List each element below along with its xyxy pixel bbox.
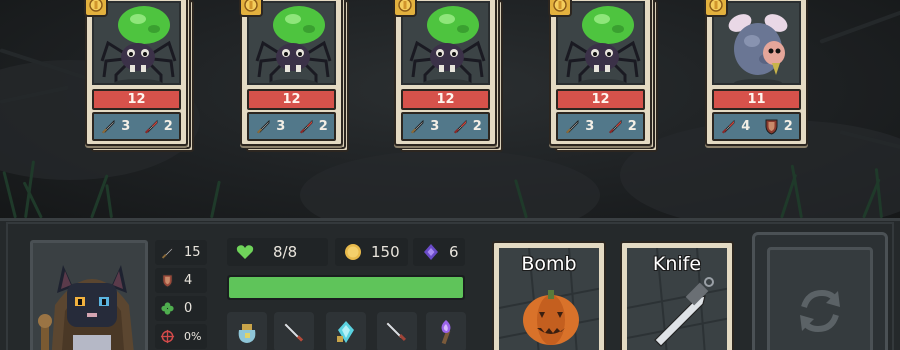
enemy-card-face: 12 3 2 (548, 0, 652, 146)
enemy-stats: 42 (712, 112, 801, 141)
sword-icon (257, 119, 270, 134)
enemy-stat-value: 2 (783, 119, 793, 134)
enemy-stat: 2 (763, 118, 793, 135)
red-sword-icon (144, 119, 158, 134)
enemy-stats: 32 (247, 112, 336, 141)
enemy-stat: 3 (100, 118, 130, 135)
mana-counter: 6 (413, 238, 465, 266)
deck-back (767, 247, 873, 350)
enemy-stat-value: 2 (472, 119, 482, 134)
knife-icon (385, 321, 407, 342)
crystal-icon (337, 321, 354, 343)
item-slot-torch[interactable] (426, 312, 466, 350)
enemy-hp: 12 (92, 89, 181, 110)
enemy-stat: 3 (255, 118, 285, 135)
energy-bar (227, 275, 465, 300)
reshuffle-icon (800, 289, 840, 332)
red-sword-icon (608, 119, 622, 134)
gold-reward-icon (84, 0, 108, 17)
gold-reward-icon (393, 0, 417, 17)
luck-stat: 0 (155, 296, 207, 321)
knife-card-title: Knife (652, 253, 702, 275)
enemy-stat-value: 3 (430, 119, 440, 134)
sword-icon (102, 119, 115, 134)
enemy-hp: 11 (712, 89, 801, 110)
bomb-card-title: Bomb (521, 253, 577, 275)
enemy-stat-value: 3 (121, 119, 131, 134)
sword-icon (411, 119, 424, 134)
enemy-stats: 32 (401, 112, 490, 141)
sword-icon (566, 119, 579, 134)
enemy-card-face: 12 3 2 (84, 0, 188, 146)
shield-icon (765, 119, 778, 135)
bomb-card[interactable]: Bomb (492, 241, 606, 350)
health-counter: 8/8 (227, 238, 328, 266)
enemy-card-spider[interactable]: 12 3 2 (393, 0, 503, 152)
clover-icon (161, 302, 174, 315)
knife-card[interactable]: Knife (620, 241, 734, 350)
item-slot-crystal[interactable] (326, 312, 366, 350)
gold-counter: 150 (335, 238, 408, 266)
enemy-stat: 2 (452, 118, 482, 135)
gold-reward-icon (239, 0, 263, 17)
item-slot-knife[interactable] (377, 312, 417, 350)
enemy-stat: 2 (143, 118, 173, 135)
item-slot-dagger[interactable] (274, 312, 314, 350)
enemy-card-spider[interactable]: 12 3 2 (548, 0, 658, 152)
enemy-stat-value: 3 (585, 119, 595, 134)
red-sword-icon (299, 119, 313, 134)
attack-stat: 15 (155, 240, 207, 265)
enemy-card-face: 11 4 2 (704, 0, 808, 146)
enemy-stat-value: 2 (627, 119, 637, 134)
enemy-stat-value: 2 (318, 119, 328, 134)
enemy-stat-value: 4 (741, 119, 751, 134)
red-sword-icon (453, 119, 467, 134)
sword-icon (161, 246, 173, 259)
energy-fill (229, 277, 463, 298)
enemy-stat: 2 (298, 118, 328, 135)
hooded-cat-hero-icon (33, 243, 145, 350)
gold-reward-icon (704, 0, 728, 17)
enemy-stat: 3 (409, 118, 439, 135)
pouch-icon (238, 324, 256, 343)
coin-icon (345, 244, 361, 260)
enemy-card-spider[interactable]: 12 3 2 (84, 0, 194, 152)
enemy-stat: 3 (564, 118, 594, 135)
item-slot-pouch[interactable] (227, 312, 267, 350)
deck-reshuffle-button[interactable] (752, 232, 888, 350)
enemy-card-moth[interactable]: 11 4 2 (704, 0, 814, 152)
red-sword-icon (722, 119, 735, 134)
torch-icon (441, 320, 451, 345)
crosshair-icon (160, 329, 175, 344)
enemy-stat-value: 3 (276, 119, 286, 134)
enemy-stat: 4 (720, 118, 750, 135)
heart-icon (236, 245, 254, 259)
hero-portrait[interactable] (30, 240, 148, 350)
enemy-stats: 32 (556, 112, 645, 141)
enemy-stat-value: 2 (163, 119, 173, 134)
enemy-hp: 12 (556, 89, 645, 110)
dagger-icon (283, 322, 304, 342)
enemy-hp: 12 (401, 89, 490, 110)
enemy-card-face: 12 3 2 (393, 0, 497, 146)
enemy-stat: 2 (607, 118, 637, 135)
enemy-stats: 32 (92, 112, 181, 141)
enemy-hp: 12 (247, 89, 336, 110)
armor-stat: 4 (155, 268, 207, 293)
enemy-card-face: 12 3 2 (239, 0, 343, 146)
mana-crystal-icon (424, 244, 438, 260)
crit-stat: 0% (155, 324, 207, 349)
shield-icon (162, 274, 173, 288)
enemy-card-spider[interactable]: 12 3 2 (239, 0, 349, 152)
gold-reward-icon (548, 0, 572, 17)
